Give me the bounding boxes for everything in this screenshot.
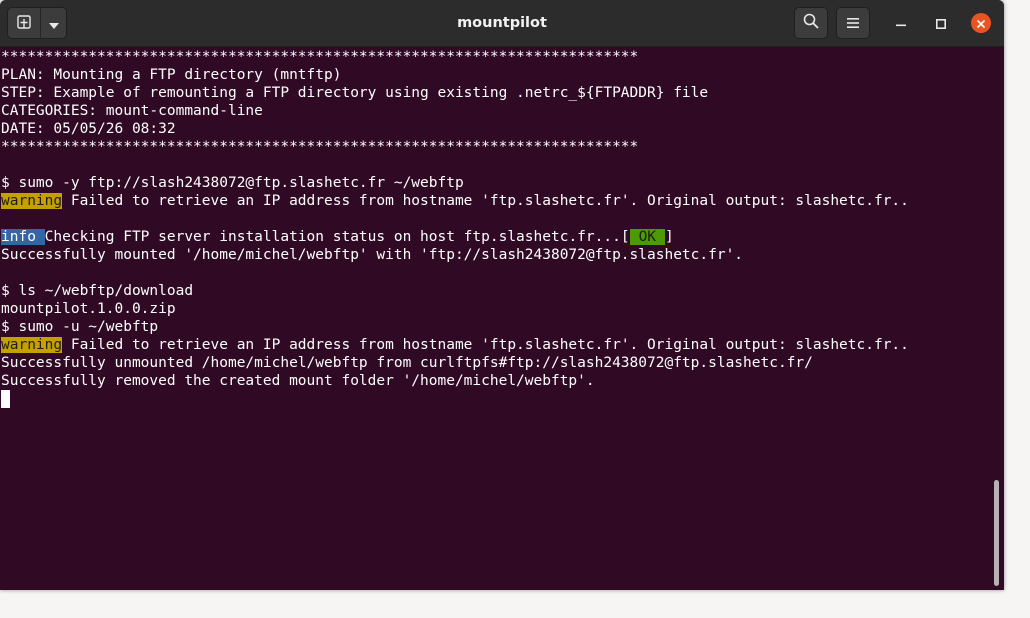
search-button[interactable] (794, 7, 828, 39)
info-message: Checking FTP server installation status … (44, 229, 630, 245)
terminal-line: $ sumo -u ~/webftp (1, 319, 159, 335)
menu-button[interactable] (836, 7, 870, 39)
terminal-line: ****************************************… (1, 49, 639, 65)
minimize-icon (896, 14, 906, 33)
terminal-line: Successfully mounted '/home/michel/webft… (1, 247, 744, 263)
new-tab-icon (17, 14, 31, 33)
title-bar[interactable]: mountpilot (0, 0, 1004, 47)
terminal-line: info Checking FTP server installation st… (1, 228, 674, 246)
terminal-window: mountpilot *****************************… (0, 0, 1004, 590)
warning-tag: warning (1, 193, 63, 209)
warning-message: Failed to retrieve an IP address from ho… (62, 337, 909, 353)
terminal-line: DATE: 05/05/26 08:32 (1, 121, 176, 137)
info-tag: info (1, 229, 45, 245)
maximize-button[interactable] (931, 13, 951, 33)
terminal-line: STEP: Example of remounting a FTP direct… (1, 85, 709, 101)
new-tab-button[interactable] (8, 8, 42, 38)
minimize-button[interactable] (891, 13, 911, 33)
terminal-line: ****************************************… (1, 139, 639, 155)
search-icon (803, 13, 819, 33)
terminal-line: CATEGORIES: mount-command-line (1, 103, 263, 119)
terminal-line: Successfully removed the created mount f… (1, 373, 595, 389)
chevron-down-icon (48, 14, 59, 33)
close-button[interactable] (971, 13, 991, 33)
terminal-line: PLAN: Mounting a FTP directory (mntftp) (1, 67, 342, 83)
new-tab-button-group (7, 7, 67, 39)
terminal-line: Successfully unmounted /home/michel/webf… (1, 355, 813, 371)
bracket-close: ] (665, 229, 674, 245)
hamburger-menu-icon (846, 14, 860, 33)
warning-message: Failed to retrieve an IP address from ho… (62, 193, 909, 209)
tab-menu-button[interactable] (41, 8, 66, 38)
maximize-icon (936, 14, 946, 33)
terminal-line: warning Failed to retrieve an IP address… (1, 192, 909, 210)
warning-tag: warning (1, 337, 63, 353)
close-icon (976, 14, 986, 33)
terminal-line: warning Failed to retrieve an IP address… (1, 336, 909, 354)
scrollbar[interactable] (994, 48, 1002, 588)
text-cursor (1, 390, 10, 408)
terminal-output[interactable]: ****************************************… (0, 47, 990, 590)
terminal-line: $ sumo -y ftp://slash2438072@ftp.slashet… (1, 175, 464, 191)
terminal-line: $ ls ~/webftp/download (1, 283, 194, 299)
terminal-line: mountpilot.1.0.0.zip (1, 301, 176, 317)
ok-status-badge: OK (629, 229, 666, 245)
scrollbar-thumb[interactable] (994, 480, 999, 586)
